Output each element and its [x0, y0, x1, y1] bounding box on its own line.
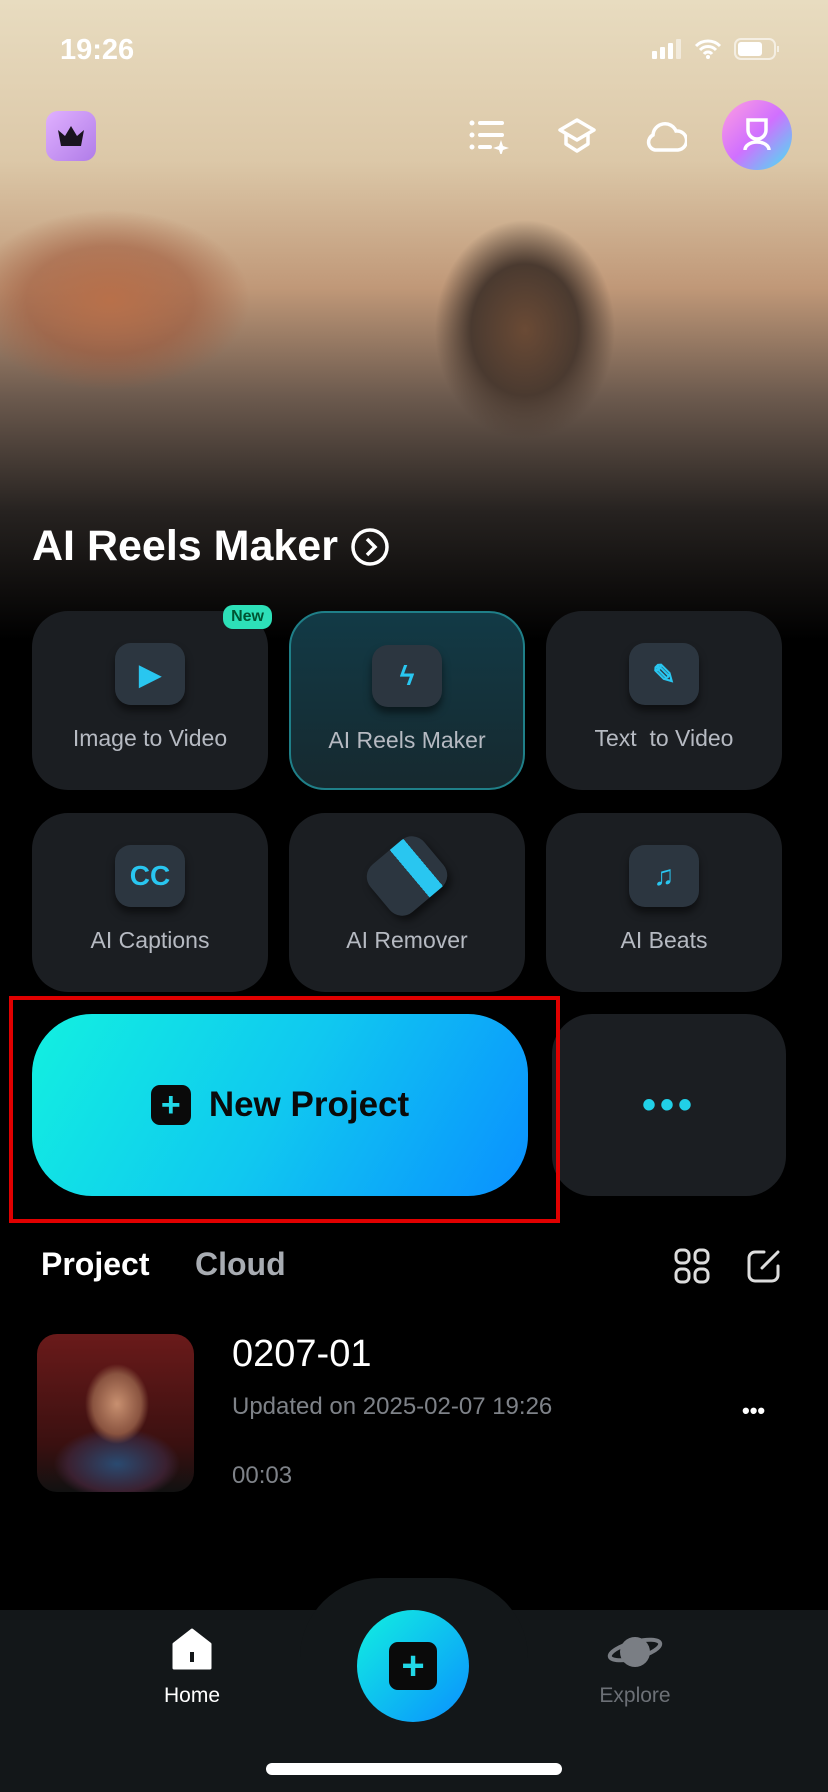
cloud-icon: [646, 122, 687, 152]
highlight-box: [9, 996, 560, 1223]
user-icon: [743, 118, 771, 151]
new-badge: New: [223, 605, 272, 629]
cloud-button[interactable]: [643, 113, 689, 159]
project-name[interactable]: 0207-01: [232, 1333, 371, 1376]
tool-label: AI Captions: [90, 927, 210, 953]
tool-label: Text to Video: [594, 725, 734, 751]
tool-ai-beats[interactable]: ♫ AI Beats: [546, 813, 782, 992]
tool-label: Image to Video: [72, 725, 228, 751]
edit-button[interactable]: [746, 1248, 782, 1289]
tool-ai-captions[interactable]: CC AI Captions: [32, 813, 268, 992]
more-tools-button[interactable]: •••: [552, 1014, 786, 1196]
lightning-icon: ϟ: [372, 645, 442, 707]
chevron-right-circle-icon: [351, 527, 389, 566]
tab-project[interactable]: Project: [41, 1246, 149, 1283]
eraser-icon: [360, 829, 454, 923]
home-icon: [172, 1628, 212, 1670]
status-time: 19:26: [60, 34, 135, 66]
home-indicator: [266, 1763, 562, 1775]
image-to-video-icon: ▶: [115, 643, 185, 705]
tool-ai-remover[interactable]: AI Remover: [289, 813, 525, 992]
crown-icon: [58, 126, 84, 146]
graduation-cap-icon: [558, 118, 596, 153]
plus-icon: +: [389, 1642, 437, 1690]
tool-ai-reels-maker[interactable]: ϟ AI Reels Maker: [289, 611, 525, 790]
pencil-icon: ✎: [629, 643, 699, 705]
tool-label: AI Beats: [620, 927, 708, 953]
project-duration: 00:03: [232, 1462, 293, 1489]
edit-icon: [747, 1250, 780, 1283]
nav-explore-label[interactable]: Explore: [575, 1684, 695, 1708]
tool-text-to-video[interactable]: ✎ Text to Video: [546, 611, 782, 790]
tutorials-button[interactable]: [554, 113, 600, 159]
planet-icon: [607, 1637, 663, 1667]
tool-label: AI Remover: [346, 927, 468, 953]
nav-explore[interactable]: [575, 1628, 695, 1672]
nav-home[interactable]: [132, 1628, 252, 1670]
hero-title: AI Reels Maker: [32, 522, 338, 570]
cc-icon: CC: [115, 845, 185, 907]
tab-cloud[interactable]: Cloud: [195, 1246, 286, 1283]
ai-reels-maker-link[interactable]: AI Reels Maker: [32, 522, 390, 571]
project-updated: Updated on 2025-02-07 19:26: [232, 1393, 553, 1420]
avatar[interactable]: [722, 100, 792, 170]
nav-home-label[interactable]: Home: [132, 1684, 252, 1708]
task-list-button[interactable]: [466, 113, 512, 159]
music-beats-icon: ♫: [629, 845, 699, 907]
grid-icon: [674, 1248, 710, 1284]
tool-image-to-video[interactable]: New ▶ Image to Video: [32, 605, 272, 790]
wifi-icon: [694, 39, 722, 59]
grid-view-button[interactable]: [674, 1248, 710, 1289]
premium-button[interactable]: [46, 111, 96, 161]
signal-icon: [652, 39, 681, 59]
status-icons: [652, 38, 780, 60]
battery-icon: [734, 38, 779, 60]
task-list-icon: [469, 120, 509, 154]
tool-label: AI Reels Maker: [328, 727, 486, 753]
project-thumbnail[interactable]: [37, 1334, 194, 1492]
add-project-fab[interactable]: +: [357, 1610, 469, 1722]
project-more-button[interactable]: •••: [742, 1398, 765, 1424]
